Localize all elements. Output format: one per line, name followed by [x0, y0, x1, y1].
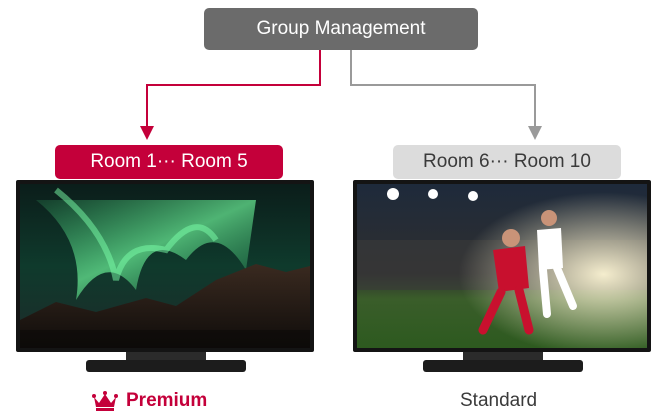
arrow-head-premium: [140, 126, 154, 140]
premium-label: Premium: [126, 390, 208, 411]
arrow-to-standard-group: [350, 50, 536, 128]
tv-standard-illustration: [353, 180, 651, 372]
room-range-standard: Room 6··· Room 10: [423, 151, 591, 172]
arrow-head-standard: [528, 126, 542, 140]
tv-premium: [16, 180, 314, 380]
room-group-premium-label: Room 1··· Room 5: [55, 145, 283, 179]
standard-caption: Standard: [460, 390, 537, 412]
crown-icon: [92, 391, 118, 411]
tv-premium-illustration: [16, 180, 314, 372]
tv-standard: [353, 180, 651, 380]
room-group-standard-label: Room 6··· Room 10: [393, 145, 621, 179]
arrow-to-premium-group: [146, 50, 321, 128]
standard-label: Standard: [460, 390, 538, 411]
room-range-premium: Room 1··· Room 5: [90, 151, 248, 172]
premium-caption: Premium: [92, 390, 207, 412]
